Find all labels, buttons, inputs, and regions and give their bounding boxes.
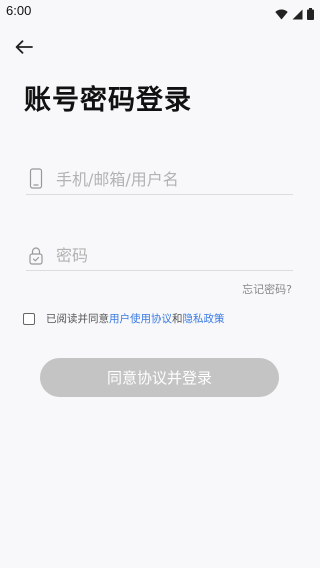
agreement-prefix: 已阅读并同意 xyxy=(46,313,109,325)
password-field xyxy=(26,240,293,271)
account-field xyxy=(26,164,293,195)
agreement-conjunction: 和 xyxy=(172,313,183,325)
login-screen: 6:00 账号密码登录 手机/邮箱/用户名 忘记密码? 已阅读并同意用户使用协议… xyxy=(0,0,320,568)
back-button[interactable] xyxy=(12,37,36,59)
privacy-policy-link[interactable]: 隐私政策 xyxy=(183,313,225,325)
forgot-password-link[interactable]: 忘记密码? xyxy=(242,281,292,297)
agreement-row: 已阅读并同意用户使用协议和隐私政策 xyxy=(23,311,225,326)
password-input[interactable] xyxy=(56,242,286,268)
account-input[interactable] xyxy=(56,166,286,192)
battery-icon xyxy=(307,5,314,24)
agreement-text: 已阅读并同意用户使用协议和隐私政策 xyxy=(46,311,225,326)
user-agreement-link[interactable]: 用户使用协议 xyxy=(109,313,172,325)
status-bar: 6:00 xyxy=(0,0,320,24)
phone-icon xyxy=(28,168,44,190)
status-icons xyxy=(275,5,314,24)
lock-icon xyxy=(28,244,44,266)
cellular-signal-icon xyxy=(292,5,303,24)
agreement-checkbox[interactable] xyxy=(23,312,35,325)
status-time: 6:00 xyxy=(6,3,32,18)
page-title: 账号密码登录 xyxy=(24,85,192,116)
login-button[interactable]: 同意协议并登录 xyxy=(40,358,279,397)
arrow-left-icon xyxy=(15,39,33,58)
wifi-icon xyxy=(275,5,288,24)
